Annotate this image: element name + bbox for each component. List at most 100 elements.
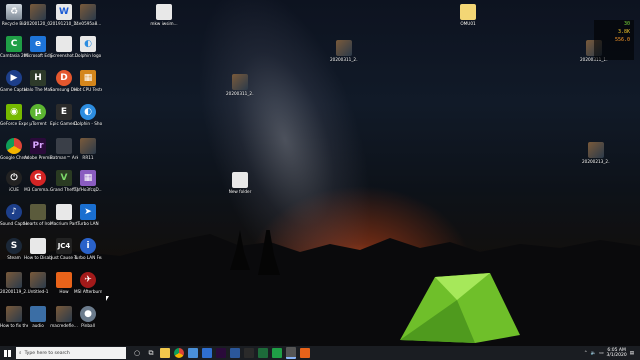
icue-icon: ⏻ [6, 170, 22, 186]
dolphin-icon: ◐ [80, 104, 96, 120]
notifications-icon[interactable]: ▤ [630, 351, 634, 356]
desktop-icon-edge[interactable]: e Microsoft Edge [24, 36, 52, 58]
photo-thumbnail-icon [80, 138, 96, 154]
task-view-icon: ⧉ [148, 348, 154, 357]
tent [400, 273, 520, 343]
document-icon [232, 172, 248, 188]
epic-games-icon: E [56, 104, 72, 120]
desktop-icon-premiere[interactable]: Pr Adobe Premiere P... [24, 138, 52, 160]
desktop-icon-rr11[interactable]: RR11 [74, 138, 102, 160]
desktop-icon-halo[interactable]: H Halo The Master Chi... [24, 70, 52, 92]
system-tray: ⌃ 🔈 ▭ 6:05 AM 3/1/2020 ▤ [584, 348, 640, 358]
cortana-icon: ○ [133, 349, 141, 357]
steam-icon: S [6, 238, 22, 254]
taskbar-premiere[interactable] [216, 348, 226, 358]
cortana-button[interactable]: ○ [130, 346, 144, 360]
desktop-icon-untitled[interactable]: Untitled-1 [24, 272, 52, 294]
cpu-tester-icon: ▦ [80, 70, 96, 86]
clock[interactable]: 6:05 AM 3/1/2020 [607, 348, 627, 358]
document-icon [156, 4, 172, 20]
desktop-icon-mkw-folder[interactable]: mkw iwsim... [150, 4, 178, 26]
taskbar-camtasia[interactable] [272, 348, 282, 358]
desktop-icon-pinball[interactable]: ● Pinball [74, 306, 102, 328]
windows-icon [3, 349, 11, 357]
photo-thumbnail-icon [232, 74, 248, 90]
taskbar-explorer[interactable] [160, 348, 170, 358]
start-button[interactable] [0, 346, 14, 360]
recycle-bin-icon: ♻ [6, 4, 22, 20]
orange-file-icon [56, 272, 72, 288]
desktop-icon-dolphin-shortcut[interactable]: ◐ Dolphin - Shortcut (2) [74, 104, 102, 126]
turbo-lan-icon: ➤ [80, 204, 96, 220]
desktop-icon-photo-center[interactable]: 20200311_2... [226, 74, 254, 96]
volume-icon[interactable]: 🔈 [591, 351, 597, 356]
clock-date: 3/1/2020 [606, 353, 627, 358]
sound-capture-icon: ♪ [6, 204, 22, 220]
desktop-icon-photo-right2[interactable]: 20200213_2... [582, 142, 610, 164]
pinball-icon: ● [80, 306, 96, 322]
camtasia-icon: C [6, 36, 22, 52]
word-document-icon: W [56, 4, 72, 20]
desktop-icon-tpfh[interactable]: ▦ TpfHo3fcqD... [74, 170, 102, 192]
batman-game-icon [56, 138, 72, 154]
taskbar-orange-app[interactable] [300, 348, 310, 358]
desktop-icon-utorrent[interactable]: µ µTorrent [24, 104, 52, 126]
folder-icon [460, 4, 476, 20]
taskbar-search[interactable]: ⌕ Type here to search [16, 347, 126, 359]
overlay-metric-3: 556.0 [614, 37, 630, 43]
desktop-icon-hot-cpu[interactable]: ▦ Hot CPU Tester Pro [74, 70, 102, 92]
desktop-icon-audio[interactable]: audio [24, 306, 52, 328]
document-icon [56, 36, 72, 52]
overlay-metric-2: 3.8K [617, 29, 630, 35]
desktop-icon-turbo-lan-features[interactable]: i Turbo LAN Features [74, 238, 102, 260]
nvidia-icon: ◉ [6, 104, 22, 120]
desktop-icon-file-ndlt[interactable]: f4e0595a8... [74, 4, 102, 26]
photo-thumbnail-icon [30, 4, 46, 20]
just-cause-icon: JC4 [56, 238, 72, 254]
info-icon: i [80, 238, 96, 254]
document-icon [30, 238, 46, 254]
samsung-dex-icon: D [56, 70, 72, 86]
taskbar-mail[interactable] [202, 348, 212, 358]
chrome-icon [6, 138, 22, 154]
audio-file-icon [30, 306, 46, 322]
desktop-icon-omu-folder[interactable]: OMU01 [454, 4, 482, 26]
desktop-icon-turbo-lan[interactable]: ➤ Turbo LAN [74, 204, 102, 226]
tray-chevron-icon[interactable]: ⌃ [584, 351, 588, 356]
desktop-icon-file-20200120[interactable]: 20200120_0... [24, 4, 52, 26]
desktop-icon-msi-afterburner[interactable]: ✈ MSI Afterburner [74, 272, 102, 294]
photo-thumbnail-icon [588, 142, 604, 158]
premiere-icon: Pr [30, 138, 46, 154]
utorrent-icon: µ [30, 104, 46, 120]
desktop-icon-disable-cm[interactable]: How to Disable on... [24, 238, 52, 260]
taskbar: ⌕ Type here to search ○ ⧉ ⌃ 🔈 ▭ 6:05 AM … [0, 346, 640, 360]
desktop-icon-m3-comma[interactable]: G M3 Comma... [24, 170, 52, 192]
taskbar-obs[interactable] [244, 348, 254, 358]
msi-afterburner-icon: ✈ [80, 272, 96, 288]
mouse-cursor [106, 296, 109, 301]
photo-thumbnail-icon [336, 40, 352, 56]
fps-overlay: 30 3.8K 556.0 [594, 20, 634, 60]
photo-thumbnail-icon [80, 4, 96, 20]
network-icon[interactable]: ▭ [599, 351, 603, 356]
game-capture-icon: ▶ [6, 70, 22, 86]
taskbar-photoshop[interactable] [258, 348, 268, 358]
gta-icon: V [56, 170, 72, 186]
desktop-icon-hearts-of-iron[interactable]: Hearts of Iron IV Man the... [24, 204, 52, 226]
halo-icon: H [30, 70, 46, 86]
desktop-icon-photo-mid[interactable]: 20200311_2... [330, 40, 358, 62]
taskbar-word[interactable] [230, 348, 240, 358]
image-file-icon: ◐ [80, 36, 96, 52]
taskbar-store[interactable] [188, 348, 198, 358]
desktop-icon-dolphin-logo[interactable]: ◐ Dolphin logo [74, 36, 102, 58]
photo-thumbnail-icon [6, 306, 22, 322]
search-icon: ⌕ [19, 351, 22, 356]
taskbar-monitor[interactable] [286, 347, 296, 359]
edge-icon: e [30, 36, 46, 52]
desktop: ♻ Recycle Bin 20200120_0... W 20191210_1… [0, 0, 640, 346]
desktop-icon-new-folder[interactable]: New folder [226, 172, 254, 194]
m3-icon: G [30, 170, 46, 186]
photo-thumbnail-icon [6, 272, 22, 288]
task-view-button[interactable]: ⧉ [144, 346, 158, 360]
taskbar-chrome[interactable] [174, 348, 184, 358]
